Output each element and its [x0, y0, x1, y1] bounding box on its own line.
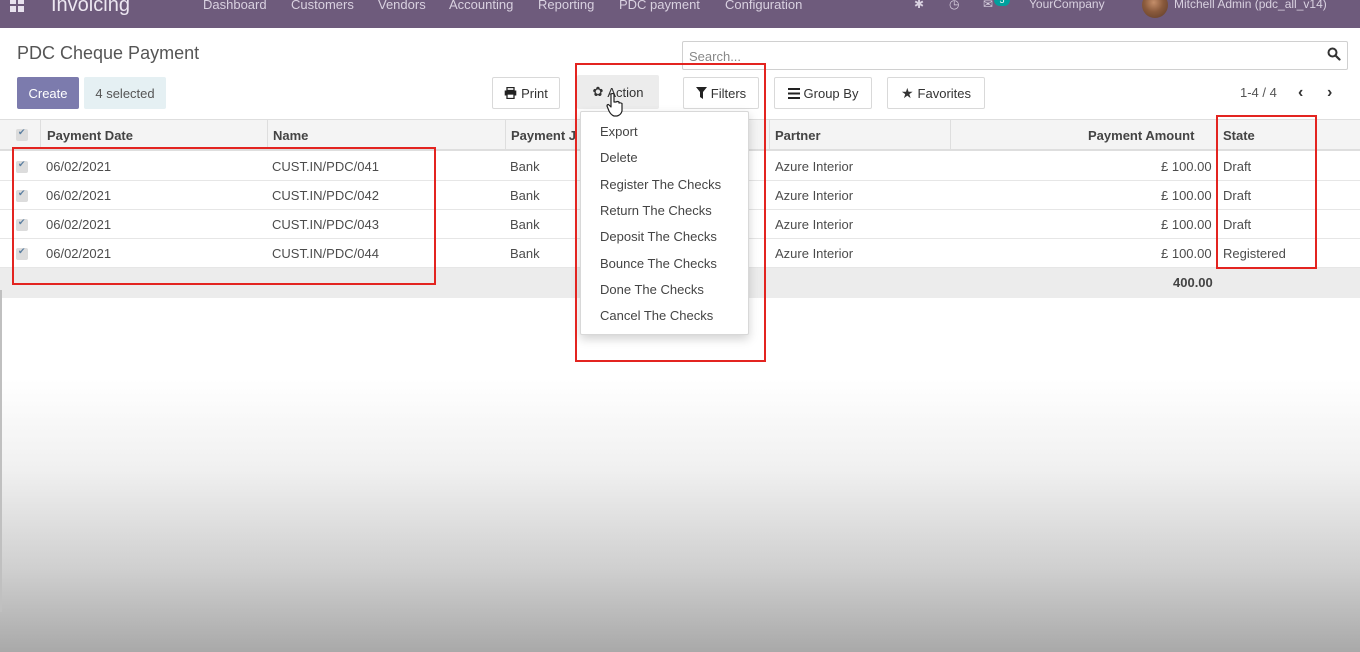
cell-amount: £ 100.00	[1161, 188, 1212, 203]
menu-item-pdc-payment[interactable]: PDC payment	[619, 0, 700, 12]
cell-partner: Azure Interior	[775, 159, 854, 174]
cell-journal: Bank	[510, 159, 540, 174]
cell-amount: £ 100.00	[1161, 159, 1212, 174]
favorites-label: Favorites	[917, 85, 972, 101]
user-menu[interactable]: Mitchell Admin (pdc_all_v14)	[1174, 0, 1327, 11]
pager-next-icon[interactable]: ›	[1327, 84, 1332, 102]
apps-menu-icon[interactable]	[10, 0, 24, 12]
search-icon[interactable]	[1327, 47, 1341, 61]
top-navbar: Invoicing Dashboard Customers Vendors Ac…	[0, 0, 1360, 28]
column-payment-date[interactable]: Payment Date	[47, 128, 133, 143]
select-all-checkbox[interactable]	[16, 127, 28, 141]
bug-icon[interactable]: ✱	[914, 0, 924, 11]
column-payment-journal[interactable]: Payment J	[511, 128, 576, 143]
column-separator	[40, 120, 41, 150]
menu-item-configuration[interactable]: Configuration	[725, 0, 802, 12]
company-switcher[interactable]: YourCompany	[1029, 0, 1105, 11]
print-label: Print	[521, 85, 548, 101]
menu-item-reporting[interactable]: Reporting	[538, 0, 594, 12]
annotation-box-selected-rows	[12, 147, 436, 285]
print-icon	[504, 87, 517, 99]
annotation-box-action-menu	[575, 63, 766, 362]
column-separator	[769, 120, 770, 150]
cell-partner: Azure Interior	[775, 188, 854, 203]
star-icon: ★	[900, 84, 914, 101]
pager-previous-icon[interactable]: ‹	[1298, 84, 1303, 102]
column-separator	[505, 120, 506, 150]
search-bar[interactable]	[682, 41, 1348, 70]
pager-value[interactable]: 1-4 / 4	[1240, 85, 1277, 100]
groupby-label: Group By	[803, 85, 859, 101]
selected-count: 4 selected	[84, 77, 166, 109]
cell-partner: Azure Interior	[775, 217, 854, 232]
create-button[interactable]: Create	[17, 77, 79, 109]
column-name[interactable]: Name	[273, 128, 308, 143]
page-title: PDC Cheque Payment	[17, 43, 200, 63]
search-input[interactable]	[689, 49, 1289, 64]
cell-amount: £ 100.00	[1161, 217, 1212, 232]
messages-count-badge: 5	[994, 0, 1010, 6]
cell-amount: £ 100.00	[1161, 246, 1212, 261]
group-by-icon	[787, 87, 800, 99]
cell-journal: Bank	[510, 246, 540, 261]
annotation-box-state-column	[1216, 115, 1317, 269]
cell-partner: Azure Interior	[775, 246, 854, 261]
menu-item-accounting[interactable]: Accounting	[449, 0, 513, 12]
messages-icon[interactable]: ✉	[983, 0, 993, 11]
favorites-button[interactable]: ★ Favorites	[887, 77, 985, 109]
menu-item-dashboard[interactable]: Dashboard	[203, 0, 267, 12]
activity-clock-icon[interactable]: ◷	[949, 0, 959, 11]
menu-item-vendors[interactable]: Vendors	[378, 0, 426, 12]
total-amount: 400.00	[1173, 275, 1213, 290]
cell-journal: Bank	[510, 217, 540, 232]
user-avatar[interactable]	[1142, 0, 1168, 18]
column-payment-amount[interactable]: Payment Amount	[1088, 128, 1194, 143]
column-separator	[267, 120, 268, 150]
cell-journal: Bank	[510, 188, 540, 203]
column-partner[interactable]: Partner	[775, 128, 821, 143]
window-edge	[0, 290, 2, 612]
groupby-button[interactable]: Group By	[774, 77, 872, 109]
print-button[interactable]: Print	[492, 77, 560, 109]
menu-item-customers[interactable]: Customers	[291, 0, 354, 12]
app-title[interactable]: Invoicing	[51, 0, 130, 17]
column-separator	[950, 120, 951, 150]
